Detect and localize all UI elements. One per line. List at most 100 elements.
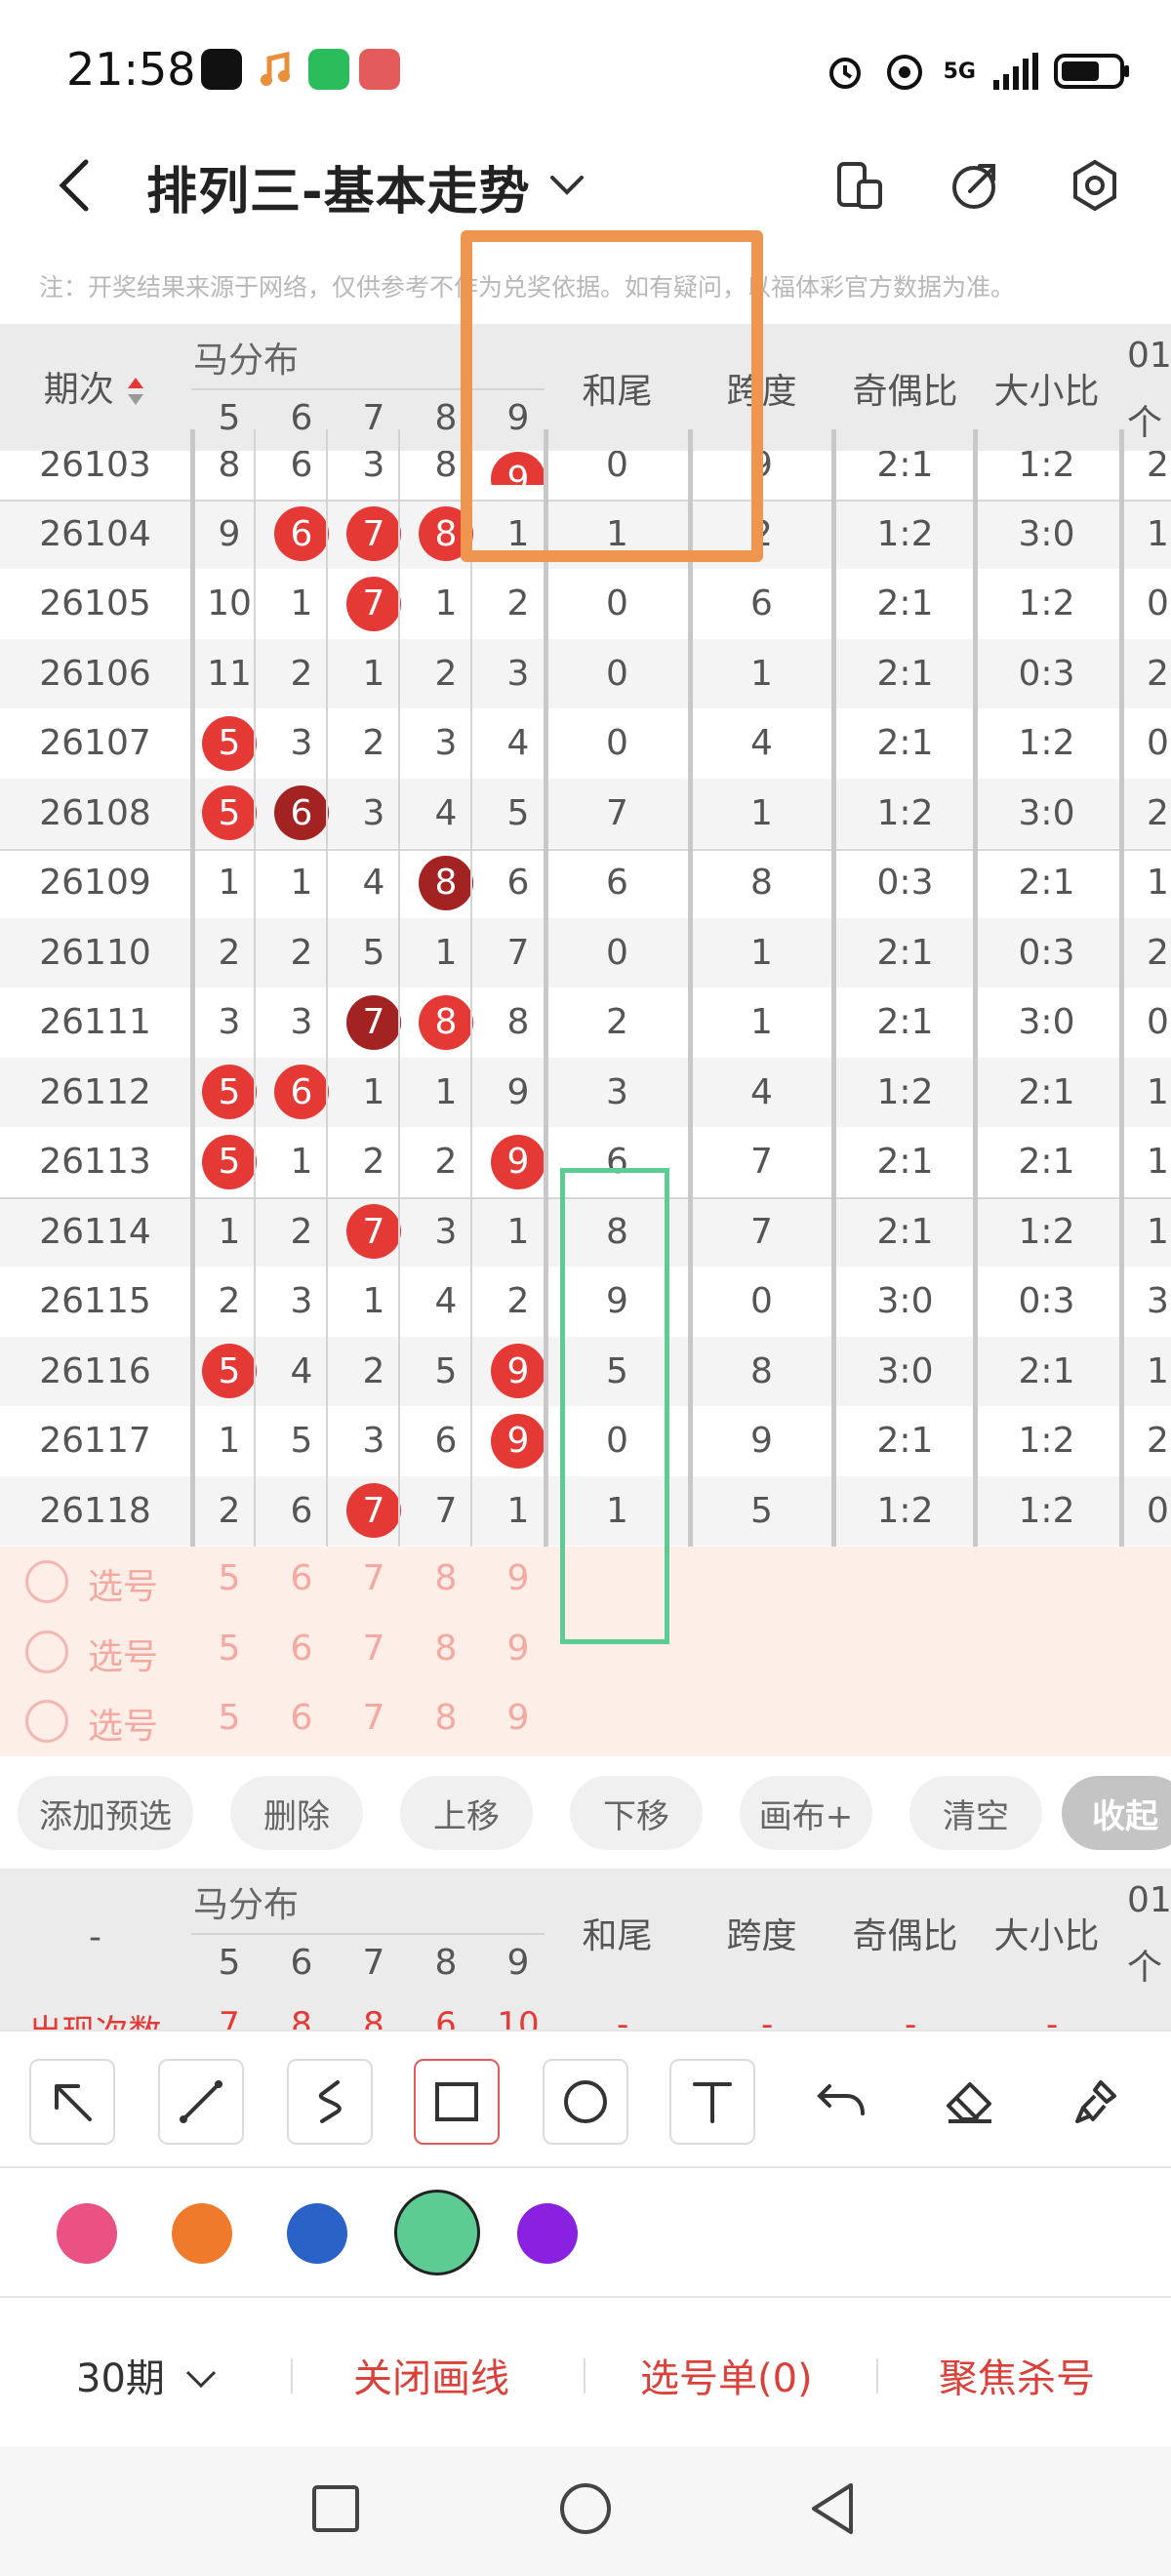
digit-header-3: 8 — [434, 1943, 458, 1983]
pick-list-button[interactable]: 选号单(0) — [640, 2347, 813, 2403]
select-row[interactable]: 选号 5 6 7 8 9 — [0, 1686, 1171, 1755]
recents-icon[interactable] — [310, 2483, 361, 2534]
select-zone: 选号 5 6 7 8 9 选号 5 6 7 8 9 选号 5 6 7 8 9 — [0, 1547, 1171, 1756]
color-swatch[interactable] — [517, 2203, 578, 2264]
select-digit[interactable]: 7 — [338, 1629, 410, 1669]
select-digit[interactable]: 5 — [193, 1558, 265, 1598]
color-swatch[interactable] — [394, 2190, 480, 2275]
stat-cell-h: 0 — [606, 584, 628, 624]
eraser-tool-button[interactable] — [927, 2059, 1013, 2145]
period-cell: 26105 — [39, 584, 151, 624]
color-swatch[interactable] — [287, 2203, 347, 2264]
table-row: 26112 5 6 1 1 9 3 4 1:2 2:1 1 — [0, 1057, 1171, 1127]
period-header[interactable]: 期次 — [0, 361, 190, 412]
canvas-plus-button[interactable]: 画布+ — [740, 1776, 872, 1850]
color-swatch[interactable] — [57, 2203, 117, 2264]
period-cell: 26114 — [39, 1211, 151, 1252]
select-radio[interactable] — [25, 1560, 68, 1603]
line-tool-button[interactable] — [158, 2059, 244, 2145]
move-down-button[interactable]: 下移 — [570, 1776, 703, 1850]
back-nav-icon[interactable] — [808, 2481, 859, 2536]
signal-icon — [993, 53, 1038, 90]
collapse-button[interactable]: 收起 — [1062, 1776, 1171, 1850]
stat-cell-h: 0 — [606, 1421, 628, 1462]
arrow-tool-button[interactable] — [29, 2059, 115, 2145]
select-digit[interactable]: 9 — [482, 1698, 554, 1738]
eraser-icon — [947, 2082, 991, 2123]
count-label: 出现次数 — [0, 2005, 190, 2030]
stat-cell-o: 1:2 — [876, 513, 934, 554]
stat-cell-s: 2:1 — [1018, 863, 1075, 904]
select-digit[interactable]: 6 — [265, 1698, 338, 1738]
digit-value: 1 — [434, 584, 458, 624]
stat-cell-s: 0:3 — [1018, 932, 1075, 973]
select-radio[interactable] — [25, 1700, 68, 1743]
digit-value: 2 — [362, 1350, 385, 1391]
period-cell: 26107 — [39, 723, 151, 764]
stat-cell-k: 1 — [750, 1002, 773, 1043]
select-digit[interactable]: 6 — [265, 1558, 338, 1598]
circle-tool-button[interactable] — [543, 2059, 628, 2145]
select-digit[interactable]: 6 — [265, 1629, 338, 1669]
hit-ball: 6 — [274, 785, 329, 841]
table-row: 26104 9 6 7 8 1 1 2 1:2 3:0 1 — [0, 499, 1171, 569]
digit-value: 6 — [434, 1421, 458, 1462]
stats-dist-header: 马分布 — [193, 1885, 300, 1925]
stat-cell-h: 6 — [606, 863, 628, 904]
stat-cell-extra: 1 — [1147, 1071, 1169, 1112]
select-digit[interactable]: 9 — [482, 1558, 554, 1598]
clear-brush-tool-button[interactable] — [1054, 2059, 1140, 2145]
period-cell: 26112 — [39, 1071, 151, 1112]
select-digit[interactable]: 7 — [338, 1558, 410, 1598]
select-digit[interactable]: 8 — [410, 1698, 482, 1738]
select-row[interactable]: 选号 5 6 7 8 9 — [0, 1547, 1171, 1616]
share-icon[interactable] — [945, 156, 1003, 215]
color-swatch[interactable] — [172, 2203, 232, 2264]
digit-value: 3 — [362, 451, 385, 485]
device-switch-icon[interactable] — [829, 156, 888, 215]
rect-tool-button[interactable] — [414, 2059, 500, 2145]
text-icon — [693, 2082, 732, 2123]
hit-ball: 7 — [346, 994, 401, 1050]
select-digit[interactable]: 9 — [482, 1629, 554, 1669]
stat-cell-o: 2:1 — [876, 723, 934, 764]
select-digit[interactable]: 5 — [193, 1629, 265, 1669]
count-cell: 10 — [497, 2005, 540, 2030]
stat-cell-k: 7 — [750, 1142, 773, 1183]
stat-cell-s: 2:1 — [1018, 1142, 1075, 1183]
page-title[interactable]: 排列三-基本走势 — [146, 150, 531, 223]
chevron-down-icon[interactable] — [545, 166, 589, 205]
select-digit[interactable]: 8 — [410, 1629, 482, 1669]
period-select[interactable]: 30期 — [76, 2347, 219, 2403]
curve-tool-button[interactable] — [287, 2059, 373, 2145]
select-digit[interactable]: 8 — [410, 1558, 482, 1598]
table-row: 26111 3 3 7 8 8 2 1 2:1 3:0 0 — [0, 987, 1171, 1058]
select-radio[interactable] — [25, 1630, 68, 1673]
home-icon[interactable] — [558, 2481, 613, 2536]
select-digit[interactable]: 7 — [338, 1698, 410, 1738]
select-digit[interactable]: 5 — [193, 1698, 265, 1738]
table-row: 26108 5 6 3 4 5 7 1 1:2 3:0 2 — [0, 778, 1171, 848]
text-tool-button[interactable] — [669, 2059, 755, 2145]
stat-cell-o: 0:3 — [876, 863, 934, 904]
period-cell: 26111 — [39, 1002, 151, 1043]
stat-cell-extra: 1 — [1147, 513, 1169, 554]
focus-kill-button[interactable]: 聚焦杀号 — [939, 2347, 1095, 2403]
clear-button[interactable]: 清空 — [909, 1776, 1042, 1850]
line-icon — [180, 2080, 222, 2123]
digit-header-1: 6 — [290, 1943, 313, 1983]
table-row: 26114 1 2 7 3 1 8 7 2:1 1:2 1 — [0, 1196, 1171, 1267]
move-up-button[interactable]: 上移 — [400, 1776, 533, 1850]
digit-value: 1 — [290, 863, 313, 904]
back-icon[interactable] — [53, 158, 96, 213]
hit-ball: 9 — [491, 1134, 545, 1189]
add-preselect-button[interactable]: 添加预选 — [18, 1776, 193, 1850]
select-row[interactable]: 选号 5 6 7 8 9 — [0, 1617, 1171, 1686]
digit-value: 1 — [218, 1211, 241, 1252]
delete-button[interactable]: 删除 — [230, 1776, 363, 1850]
stats-col-odd-even: 奇偶比 — [852, 1916, 958, 1956]
close-lines-button[interactable]: 关闭画线 — [353, 2347, 509, 2403]
settings-icon[interactable] — [1066, 156, 1124, 215]
digit-value: 7 — [434, 1490, 458, 1531]
undo-tool-button[interactable] — [798, 2059, 884, 2145]
